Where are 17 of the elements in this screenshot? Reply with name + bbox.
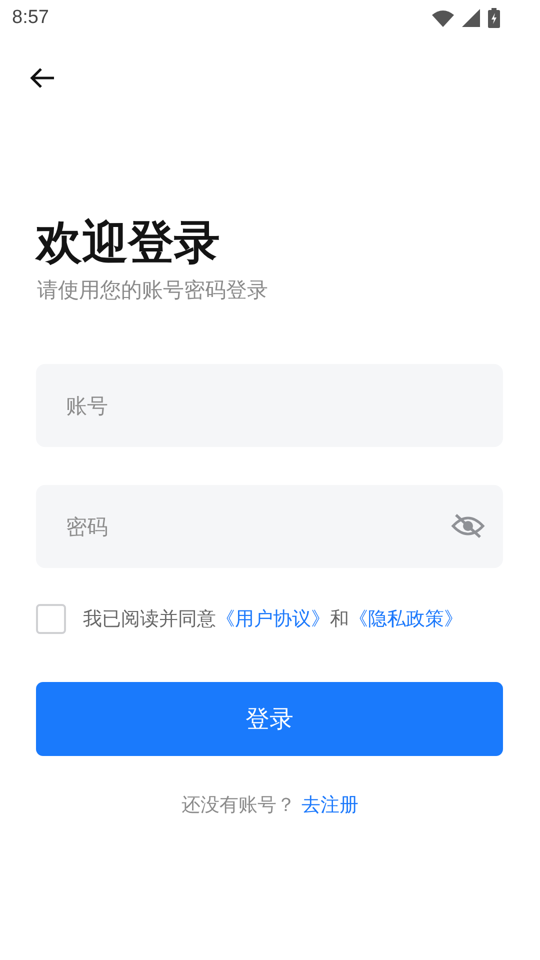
status-time: 8:57: [12, 7, 49, 29]
battery-icon: [488, 8, 500, 28]
user-agreement-link[interactable]: 《用户协议》: [216, 608, 330, 630]
signal-icon: [462, 9, 480, 27]
privacy-policy-link[interactable]: 《隐私政策》: [349, 608, 463, 630]
page-subtitle: 请使用您的账号密码登录: [37, 277, 269, 304]
wifi-icon: [432, 10, 454, 26]
account-field[interactable]: 账号: [36, 364, 503, 447]
agreement-checkbox[interactable]: [36, 604, 66, 634]
password-field[interactable]: 密码: [36, 485, 503, 568]
register-prompt: 还没有账号？: [182, 793, 296, 818]
register-link[interactable]: 去注册: [302, 792, 358, 818]
login-button[interactable]: 登录: [36, 682, 503, 756]
page-title: 欢迎登录: [36, 214, 221, 270]
back-icon[interactable]: [29, 67, 55, 89]
eye-off-icon[interactable]: [451, 513, 485, 539]
agreement-text: 我已阅读并同意《用户协议》和《隐私政策》: [83, 607, 463, 632]
